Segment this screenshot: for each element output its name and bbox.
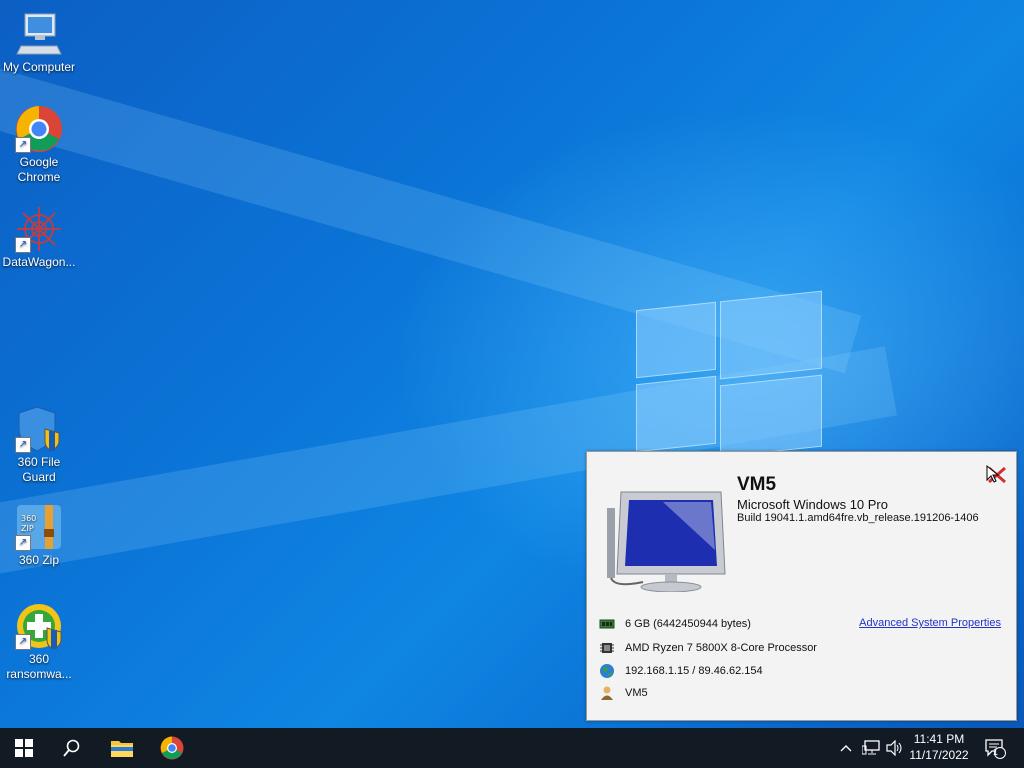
notification-count-badge: 1 [993,747,999,757]
desktop-icon-360-ransomware[interactable]: ↗ 360 ransomwa... [0,602,78,682]
shortcut-arrow-icon: ↗ [15,437,31,453]
hostname-title: VM5 [737,474,777,495]
network-icon [862,740,880,755]
desktop-icon-label: My Computer [2,60,76,74]
search-icon [63,739,80,757]
network-value: 192.168.1.15 / 89.46.62.154 [625,665,763,677]
taskbar-chrome[interactable] [148,728,196,768]
computer-icon [15,10,63,58]
shortcut-arrow-icon: ↗ [15,137,31,153]
taskbar: 11:41 PM 11/17/2022 1 [0,728,1024,768]
desktop-icon-label: 360 File Guard [17,455,61,484]
user-row: VM5 [599,684,648,702]
svg-text:ZIP: ZIP [21,524,34,533]
shortcut-arrow-icon: ↗ [15,634,31,650]
desktop-icon-label: 360 ransomwa... [6,652,72,681]
shield-folder-icon: ↗ [15,405,63,453]
cpu-icon [599,640,615,656]
show-hidden-icons-button[interactable] [836,728,856,768]
cpu-row: AMD Ryzen 7 5800X 8-Core Processor [599,639,817,657]
cpu-value: AMD Ryzen 7 5800X 8-Core Processor [625,642,817,654]
user-value: VM5 [625,687,648,699]
memory-row: 6 GB (6442450944 bytes) [599,615,751,633]
datawagon-icon: ↗ [15,205,63,253]
os-build: Build 19041.1.amd64fre.vb_release.191206… [737,512,979,524]
desktop-icon-my-computer[interactable]: My Computer [0,10,78,75]
chevron-up-icon [840,745,852,752]
clock[interactable]: 11:41 PM 11/17/2022 [904,731,974,763]
memory-value: 6 GB (6442450944 bytes) [625,618,751,630]
windows-logo-backdrop [636,290,822,458]
volume-tray-button[interactable] [884,728,906,768]
desktop-background: My Computer ↗ Google Chrome ↗ DataWagon.… [0,0,1024,728]
clock-date: 11/17/2022 [909,748,969,762]
advanced-system-properties-link[interactable]: Advanced System Properties [859,617,1001,629]
desktop-icon-google-chrome[interactable]: ↗ Google Chrome [0,105,78,185]
desktop-icon-label: 360 Zip [18,553,60,567]
desktop-icon-360-file-guard[interactable]: ↗ 360 File Guard [0,405,78,485]
zip-archive-icon: 360 ZIP ↗ [15,503,63,551]
desktop-icon-datawagon[interactable]: ↗ DataWagon... [0,205,78,270]
svg-text:360: 360 [21,514,36,523]
taskbar-file-explorer[interactable] [98,728,146,768]
start-button[interactable] [0,728,48,768]
network-row: 192.168.1.15 / 89.46.62.154 [599,662,763,680]
network-tray-button[interactable] [860,728,882,768]
shortcut-arrow-icon: ↗ [15,535,31,551]
system-info-popup: VM5 Microsoft Windows 10 Pro Build 19041… [586,451,1017,721]
os-name: Microsoft Windows 10 Pro [737,497,888,512]
clock-time: 11:41 PM [913,732,965,746]
shortcut-arrow-icon: ↗ [15,237,31,253]
memory-chip-icon [599,616,615,632]
ransomware-shield-icon: ↗ [15,602,63,650]
desktop-icon-label: Google Chrome [17,155,61,184]
windows-start-icon [15,739,33,757]
action-center-button[interactable]: 1 [980,728,1010,768]
user-icon [599,685,615,701]
globe-icon [599,663,615,679]
search-button[interactable] [48,728,96,768]
close-icon [986,464,1006,484]
close-button[interactable] [985,464,1009,486]
chrome-icon [160,736,184,760]
desktop-icon-360-zip[interactable]: 360 ZIP ↗ 360 Zip [0,503,78,568]
monitor-icon [603,488,729,593]
speaker-icon [886,740,902,756]
folder-icon [111,741,133,757]
desktop-icon-label: DataWagon... [2,255,76,269]
chrome-icon: ↗ [15,105,63,153]
